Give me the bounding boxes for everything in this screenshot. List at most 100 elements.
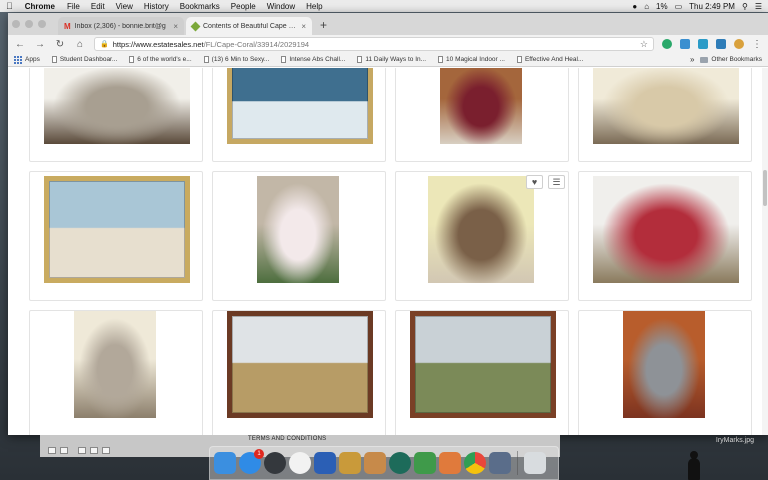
page-icon	[516, 56, 522, 63]
minimize-window-button[interactable]	[25, 20, 33, 28]
bookmark-apps[interactable]: Apps	[14, 55, 40, 64]
cream-nightstand-photo[interactable]	[428, 176, 534, 283]
toolbar-button[interactable]	[60, 447, 68, 454]
listing-photo-card[interactable]	[578, 171, 752, 301]
finder-icon[interactable]	[214, 452, 236, 474]
tab-estatesales[interactable]: Contents of Beautiful Cape Co ×	[186, 17, 312, 35]
new-tab-button[interactable]: +	[314, 18, 333, 35]
flower-vase-photo[interactable]	[257, 176, 339, 283]
close-tab-icon[interactable]: ×	[173, 22, 178, 31]
wifi-icon[interactable]: ⌂	[644, 2, 649, 11]
menu-file[interactable]: File	[67, 2, 80, 11]
listing-photo-card[interactable]: ♥ ☰	[395, 171, 569, 301]
scrollbar-thumb[interactable]	[763, 170, 767, 206]
bookmark-item[interactable]: Intense Abs Chall...	[281, 56, 345, 63]
bookmark-item[interactable]: 11 Daily Ways to In...	[357, 56, 426, 63]
chrome-icon[interactable]	[464, 452, 486, 474]
tab-gmail[interactable]: M Inbox (2,306) - bonnie.brit@g ×	[58, 17, 184, 35]
search-icon[interactable]: ⚲	[742, 2, 748, 11]
bookmark-item[interactable]: 6 of the world's e...	[129, 56, 192, 63]
bookmarks-overflow-button[interactable]: »	[690, 55, 694, 64]
listing-photo-card[interactable]	[29, 171, 203, 301]
ducks-painting-photo[interactable]	[227, 311, 373, 418]
pen-icon[interactable]	[489, 452, 511, 474]
bookmark-item[interactable]: (13) 6 Min to Sexy...	[203, 56, 269, 63]
page-scrollbar[interactable]	[762, 68, 768, 435]
listing-photo-card[interactable]	[395, 310, 569, 435]
address-bar[interactable]: 🔒 https://www.estatesales.net/FL/Cape-Co…	[94, 37, 654, 51]
beach-palm-painting-photo[interactable]	[44, 176, 190, 283]
menu-help[interactable]: Help	[306, 2, 322, 11]
heart-icon[interactable]: ♥	[526, 175, 543, 189]
listing-photo-card[interactable]	[29, 68, 203, 162]
listing-photo-card[interactable]	[29, 310, 203, 435]
browser-toolbar: ← → ↻ ⌂ 🔒 https://www.estatesales.net/FL…	[8, 35, 768, 53]
profile-avatar[interactable]	[734, 39, 744, 49]
home-icon[interactable]: ⌂	[74, 39, 86, 50]
chrome-menu-icon[interactable]: ⋮	[752, 39, 762, 50]
ocean-wave-painting-photo[interactable]	[227, 68, 373, 144]
listing-photo-card[interactable]	[212, 310, 386, 435]
listing-photo-card[interactable]	[212, 171, 386, 301]
hamburger-menu-icon[interactable]: ☰	[548, 175, 565, 189]
end-table-photo[interactable]	[623, 311, 705, 418]
floral-bed-photo[interactable]	[593, 176, 739, 283]
toolbar-button[interactable]	[48, 447, 56, 454]
bookmark-item[interactable]: 10 Magical Indoor ...	[438, 56, 505, 63]
dining-chairs-photo[interactable]	[440, 68, 522, 144]
extension-icon[interactable]	[716, 39, 726, 49]
extension-icon[interactable]	[680, 39, 690, 49]
clock[interactable]: Thu 2:49 PM	[689, 2, 735, 11]
trash-icon[interactable]	[524, 452, 546, 474]
toolbar-button[interactable]	[102, 447, 110, 454]
zoom-window-button[interactable]	[38, 20, 46, 28]
menu-view[interactable]: View	[116, 2, 133, 11]
desktop-file-label[interactable]: IryMarks.jpg	[716, 437, 754, 444]
listing-photo-card[interactable]	[395, 68, 569, 162]
forward-arrow-icon[interactable]: →	[34, 39, 46, 50]
contacts-icon[interactable]	[364, 452, 386, 474]
bookmark-item[interactable]: Effective And Heal...	[516, 56, 583, 63]
landscape-birds-painting-photo[interactable]	[410, 311, 556, 418]
menu-bookmarks[interactable]: Bookmarks	[180, 2, 220, 11]
back-arrow-icon[interactable]: ←	[14, 39, 26, 50]
battery-percent[interactable]: 1%	[656, 2, 668, 11]
itunes-icon[interactable]	[289, 452, 311, 474]
menu-window[interactable]: Window	[267, 2, 295, 11]
toolbar-button[interactable]	[90, 447, 98, 454]
listing-photo-card[interactable]	[578, 68, 752, 162]
apple-icon[interactable]: 	[6, 1, 13, 11]
tab-label: Inbox (2,306) - bonnie.brit@g	[74, 22, 166, 30]
listing-photo-card[interactable]	[212, 68, 386, 162]
close-window-button[interactable]	[12, 20, 20, 28]
menu-people[interactable]: People	[231, 2, 256, 11]
vanity-mirror-dresser-photo[interactable]	[74, 311, 156, 418]
white-dresser-photo[interactable]	[593, 68, 739, 144]
menu-history[interactable]: History	[144, 2, 169, 11]
reload-icon[interactable]: ↻	[54, 39, 66, 50]
bookmark-item[interactable]: Student Dashboar...	[51, 56, 117, 63]
bookmark-star-icon[interactable]: ☆	[640, 39, 648, 50]
notes-icon[interactable]	[339, 452, 361, 474]
bookmark-label: Apps	[25, 56, 40, 63]
launchpad-icon[interactable]	[264, 452, 286, 474]
grammarly-extension-icon[interactable]	[662, 39, 672, 49]
notification-center-icon[interactable]: ☰	[755, 2, 762, 11]
status-area: ● ⌂ 1% ▭ Thu 2:49 PM ⚲ ☰	[632, 2, 762, 11]
toolbar-button[interactable]	[78, 447, 86, 454]
word-icon[interactable]	[314, 452, 336, 474]
extension-icon[interactable]	[698, 39, 708, 49]
battery-icon[interactable]: ▭	[675, 2, 683, 11]
other-bookmarks[interactable]: Other Bookmarks	[700, 56, 762, 63]
bookmark-label: 11 Daily Ways to In...	[365, 56, 427, 63]
sectional-sofa-photo[interactable]	[44, 68, 190, 144]
time-machine-icon[interactable]	[389, 452, 411, 474]
app-menu[interactable]: Chrome	[25, 2, 55, 11]
app-store-icon[interactable]: 1	[239, 449, 264, 474]
menu-edit[interactable]: Edit	[91, 2, 105, 11]
menu-extra-icon[interactable]: ●	[632, 2, 637, 11]
paintbrush-icon[interactable]	[439, 452, 461, 474]
listing-photo-card[interactable]	[578, 310, 752, 435]
close-tab-icon[interactable]: ×	[301, 22, 306, 31]
tool-icon[interactable]	[414, 452, 436, 474]
